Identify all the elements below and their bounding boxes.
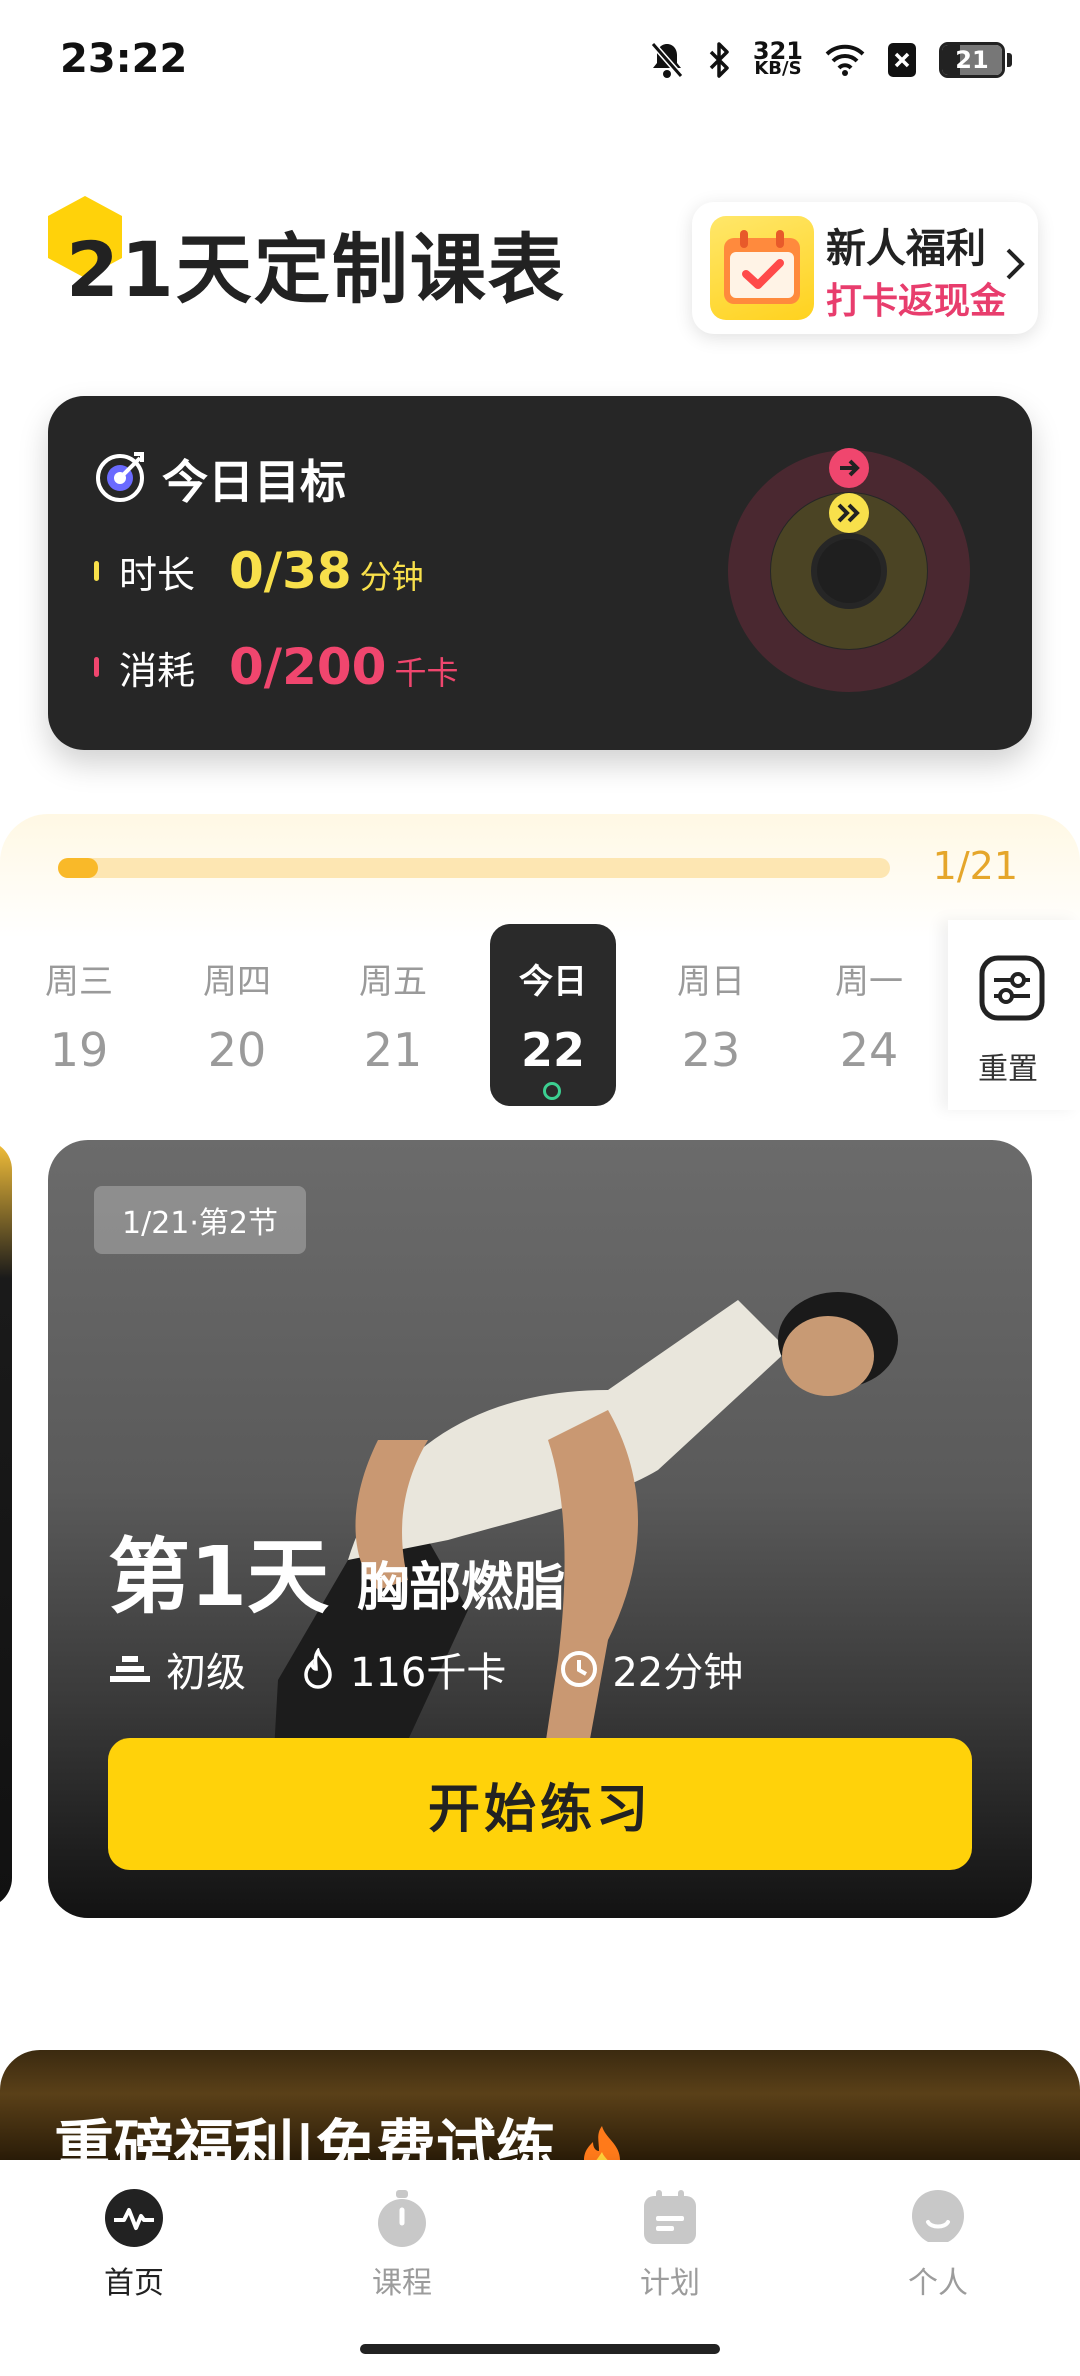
welfare-text: 重磅福利|免费试练 — [54, 2100, 627, 2160]
day-weekday: 周一 — [835, 962, 903, 1002]
target-icon — [96, 452, 144, 502]
pulse-icon — [105, 2189, 163, 2247]
course-calories: 116千卡 — [300, 1640, 506, 1698]
fire-icon — [583, 2126, 620, 2160]
nav-profile-label: 个人 — [908, 2266, 968, 2301]
home-indicator[interactable] — [360, 2344, 720, 2354]
calories-value: 0/200 — [229, 638, 387, 696]
sim-x-icon — [887, 42, 917, 78]
nav-home[interactable]: 首页 — [34, 2188, 234, 2302]
calories-arrow-icon — [829, 448, 869, 488]
duration-value: 0/38 — [229, 542, 352, 600]
day-selector: 周三 19 周四 20 周五 21 今日 22 周日 23 周一 24 — [0, 920, 940, 1110]
day-date: 21 — [363, 1023, 423, 1077]
lesson-tag: 1/21·第2节 — [94, 1186, 306, 1254]
wifi-icon — [825, 44, 865, 76]
profile-icon — [912, 2190, 964, 2242]
promo-subtitle: 打卡返现金 — [826, 281, 1007, 322]
nav-plan[interactable]: 计划 — [570, 2188, 770, 2302]
course-meta: 初级 116千卡 22分钟 — [108, 1640, 797, 1698]
daily-goal-card[interactable]: 今日目标 时长 0/38 分钟 消耗 0/200 千卡 — [48, 396, 1032, 750]
nav-plan-label: 计划 — [640, 2266, 700, 2301]
day-item[interactable]: 周四 20 — [174, 924, 300, 1106]
day-date: 24 — [839, 1023, 899, 1077]
status-icons: 321 KB/S 21 — [649, 37, 1012, 80]
net-speed: 321 KB/S — [752, 37, 803, 79]
duration-unit: 分钟 — [359, 558, 424, 596]
duration-label: 时长 — [119, 553, 196, 597]
goal-duration-row: 时长 0/38 分钟 — [94, 542, 424, 600]
day-item[interactable]: 周五 21 — [330, 924, 456, 1106]
course-level: 初级 — [108, 1640, 246, 1698]
day-item[interactable]: 周一 24 — [806, 924, 932, 1106]
course-title: 第1天 胸部燃脂 — [108, 1510, 565, 1629]
reset-label: 重置 — [978, 1052, 1038, 1087]
reset-button[interactable]: 重置 — [948, 920, 1080, 1110]
duration-arrow-icon — [829, 493, 869, 533]
course-level-text: 初级 — [166, 1650, 246, 1696]
course-name: 胸部燃脂 — [357, 1558, 566, 1618]
today-indicator-dot — [543, 1082, 561, 1100]
course-day-label: 第1天 — [108, 1530, 330, 1625]
day-weekday: 周四 — [203, 962, 271, 1002]
course-duration: 22分钟 — [560, 1640, 743, 1698]
battery-icon: 21 — [939, 42, 1012, 78]
day-item[interactable]: 周三 19 — [16, 924, 142, 1106]
start-workout-button[interactable]: 开始练习 — [108, 1738, 972, 1870]
day-item[interactable]: 周日 23 — [648, 924, 774, 1106]
day-item-today[interactable]: 今日 22 — [490, 924, 616, 1106]
calories-marker — [94, 657, 99, 677]
day-weekday: 今日 — [519, 962, 587, 1002]
welfare-banner[interactable]: 重磅福利|免费试练 — [0, 2050, 1080, 2160]
status-time: 23:22 — [60, 36, 188, 82]
bluetooth-icon — [707, 40, 731, 80]
plan-progress-fill — [58, 858, 98, 878]
plan-progress-count: 1/21 — [932, 844, 1018, 888]
day-weekday: 周三 — [45, 962, 113, 1002]
stopwatch-icon — [378, 2190, 426, 2247]
calendar-check-icon — [710, 216, 814, 320]
day-date: 22 — [520, 1023, 585, 1077]
calories-unit: 千卡 — [394, 654, 459, 692]
nav-courses-label: 课程 — [372, 2266, 432, 2301]
course-card[interactable]: 1/21·第2节 第1天 胸部燃脂 初级 116千卡 22分钟 开始练习 — [48, 1140, 1032, 1918]
previous-course-card-peek[interactable] — [0, 1140, 12, 1908]
course-calories-text: 116千卡 — [350, 1650, 507, 1696]
day-date: 20 — [207, 1023, 267, 1077]
promo-title: 新人福利 — [826, 226, 986, 272]
status-bar: 23:22 321 KB/S 21 — [0, 0, 1080, 120]
nav-profile[interactable]: 个人 — [838, 2188, 1038, 2302]
day-weekday: 周日 — [677, 962, 745, 1002]
day-weekday: 周五 — [359, 962, 427, 1002]
level-icon — [110, 1656, 150, 1682]
goal-title: 今日目标 — [162, 455, 346, 509]
newcomer-promo-button[interactable]: 新人福利 打卡返现金 — [692, 202, 1038, 334]
plan-progress-bar — [58, 858, 890, 878]
nav-home-label: 首页 — [104, 2266, 164, 2301]
duration-marker — [94, 561, 99, 581]
chevron-right-icon — [1004, 246, 1026, 292]
flame-icon — [304, 1648, 332, 1689]
clock-icon — [561, 1651, 598, 1687]
nav-courses[interactable]: 课程 — [302, 2188, 502, 2302]
calendar-icon — [644, 2190, 696, 2244]
day-date: 19 — [49, 1023, 109, 1077]
goal-calories-row: 消耗 0/200 千卡 — [94, 638, 458, 696]
day-date: 23 — [681, 1023, 741, 1077]
page-title: 21天定制课表 — [66, 225, 566, 314]
goal-rings — [728, 448, 970, 692]
course-duration-text: 22分钟 — [612, 1650, 744, 1696]
calories-label: 消耗 — [119, 649, 196, 693]
sliders-icon — [979, 955, 1045, 1021]
mute-bell-icon — [649, 40, 685, 80]
